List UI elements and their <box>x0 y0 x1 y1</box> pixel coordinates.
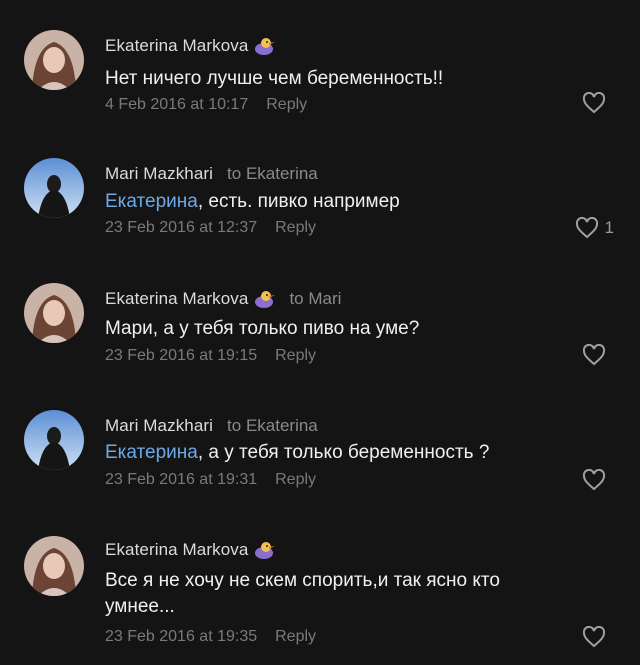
reply-button[interactable]: Reply <box>275 471 316 488</box>
like-count: 1 <box>604 218 614 237</box>
author-name[interactable]: Ekaterina Markova <box>105 289 248 309</box>
heart-outline-icon <box>582 344 606 366</box>
heart-outline-icon <box>582 469 606 491</box>
comment-header: Mari Mazkhari to Ekaterina <box>105 416 318 436</box>
like-button[interactable] <box>582 92 612 114</box>
reply-button[interactable]: Reply <box>266 96 307 113</box>
heart-outline-icon <box>582 92 606 114</box>
comment-text-body: Мари, а у тебя только пиво на уме? <box>105 318 420 339</box>
comment-text: Екатерина, есть. пивко например <box>105 189 575 215</box>
reply-button[interactable]: Reply <box>275 347 316 364</box>
avatar-ekaterina[interactable] <box>24 30 84 90</box>
comment-meta: 23 Feb 2016 at 19:15 Reply <box>105 346 316 366</box>
author-name[interactable]: Ekaterina Markova <box>105 36 248 56</box>
comment-text-body: Все я не хочу не скем спорить,и так ясно… <box>105 570 500 617</box>
comment-text-body: , есть. пивко например <box>197 191 400 212</box>
duck-sticker-icon <box>253 36 276 56</box>
reply-button[interactable]: Reply <box>275 628 316 645</box>
comment-header: Ekaterina Markova <box>105 540 289 560</box>
reply-to-label[interactable]: to Mari <box>289 289 341 309</box>
comment-header: Ekaterina Markova to Mari <box>105 289 341 309</box>
comment-header: Mari Mazkhari to Ekaterina <box>105 164 318 184</box>
comment-date: 23 Feb 2016 at 19:35 <box>105 628 258 645</box>
comment-date: 23 Feb 2016 at 19:15 <box>105 347 258 364</box>
comment-text: Екатерина, а у тебя только беременность … <box>105 440 575 466</box>
author-name[interactable]: Ekaterina Markova <box>105 540 248 560</box>
avatar-ekaterina[interactable] <box>24 283 84 343</box>
comment-text-body: , а у тебя только беременность ? <box>197 442 490 463</box>
comment-meta: 23 Feb 2016 at 19:31 Reply <box>105 470 316 490</box>
comment-meta: 4 Feb 2016 at 10:17 Reply <box>105 95 307 115</box>
comment-text: Нет ничего лучше чем беременность!! <box>105 66 575 92</box>
reply-to-label[interactable]: to Ekaterina <box>227 416 318 436</box>
duck-sticker-icon <box>253 289 276 309</box>
comment-text-body: Нет ничего лучше чем беременность!! <box>105 68 444 89</box>
comment-date: 4 Feb 2016 at 10:17 <box>105 96 249 113</box>
comment-text: Все я не хочу не скем спорить,и так ясно… <box>105 568 560 620</box>
reply-to-label[interactable]: to Ekaterina <box>227 164 318 184</box>
comment-header: Ekaterina Markova <box>105 36 289 56</box>
like-button[interactable]: 1 <box>575 217 614 239</box>
heart-outline-icon <box>575 217 598 239</box>
mention-link[interactable]: Екатерина <box>105 191 198 212</box>
comment-meta: 23 Feb 2016 at 19:35 Reply <box>105 627 316 647</box>
comment-meta: 23 Feb 2016 at 12:37 Reply <box>105 218 316 238</box>
comment-date: 23 Feb 2016 at 12:37 <box>105 219 258 236</box>
avatar-ekaterina[interactable] <box>24 536 84 596</box>
comment-date: 23 Feb 2016 at 19:31 <box>105 471 258 488</box>
avatar-mari[interactable] <box>24 158 84 218</box>
author-name[interactable]: Mari Mazkhari <box>105 416 213 436</box>
comment-text: Мари, а у тебя только пиво на уме? <box>105 316 575 342</box>
reply-button[interactable]: Reply <box>275 219 316 236</box>
author-name[interactable]: Mari Mazkhari <box>105 164 213 184</box>
avatar-mari[interactable] <box>24 410 84 470</box>
like-button[interactable] <box>582 469 612 491</box>
duck-sticker-icon <box>253 540 276 560</box>
like-button[interactable] <box>582 626 612 648</box>
mention-link[interactable]: Екатерина <box>105 442 198 463</box>
like-button[interactable] <box>582 344 612 366</box>
heart-outline-icon <box>582 626 606 648</box>
